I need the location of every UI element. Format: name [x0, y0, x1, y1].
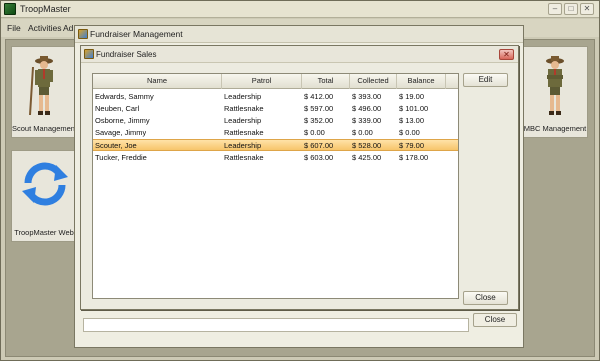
cell-name: Edwards, Sammy: [95, 92, 154, 101]
cell-collected: $ 0.00: [352, 128, 373, 137]
cell-name: Tucker, Freddie: [95, 153, 147, 162]
minimize-button[interactable]: –: [548, 3, 562, 15]
cell-name: Neuben, Carl: [95, 104, 140, 113]
scout-figure-icon: [546, 56, 564, 115]
table-row[interactable]: Edwards, Sammy Leadership $ 412.00 $ 393…: [93, 91, 458, 103]
tile-label-scout-management: Scout Management: [12, 124, 78, 133]
app-title: TroopMaster: [20, 4, 71, 14]
close-icon[interactable]: ✕: [499, 49, 514, 60]
column-header-name[interactable]: Name: [93, 74, 222, 89]
cell-balance: $ 19.00: [399, 92, 425, 101]
table-row[interactable]: Neuben, Carl Rattlesnake $ 597.00 $ 496.…: [93, 103, 458, 115]
cell-patrol: Rattlesnake: [224, 128, 264, 137]
menu-file[interactable]: File: [7, 23, 21, 33]
mbc-management-tile[interactable]: MBC Management: [522, 46, 588, 138]
cell-patrol: Rattlesnake: [224, 153, 264, 162]
tile-label-mbc-management: MBC Management: [523, 124, 587, 133]
cell-balance: $ 0.00: [399, 128, 420, 137]
column-header-collected[interactable]: Collected: [350, 74, 397, 89]
scout-management-tile[interactable]: Scout Management: [11, 46, 77, 138]
cell-total: $ 412.00: [304, 92, 334, 101]
scout-figure-icon: [29, 56, 53, 116]
menu-activities[interactable]: Activities: [28, 23, 62, 33]
cell-total: $ 597.00: [304, 104, 334, 113]
cell-total: $ 0.00: [304, 128, 325, 137]
table-row[interactable]: Osborne, Jimmy Leadership $ 352.00 $ 339…: [93, 115, 458, 127]
close-button[interactable]: ✕: [580, 3, 594, 15]
troopmaster-web-tile[interactable]: TroopMaster Web: [11, 150, 77, 242]
cell-name: Scouter, Joe: [95, 141, 137, 150]
grid-header: Name Patrol Total Collected Balance: [93, 74, 458, 89]
cell-collected: $ 393.00: [352, 92, 382, 101]
cell-name: Savage, Jimmy: [95, 128, 147, 137]
cell-name: Osborne, Jimmy: [95, 116, 150, 125]
table-row[interactable]: Tucker, Freddie Rattlesnake $ 603.00 $ 4…: [93, 152, 458, 164]
cell-total: $ 603.00: [304, 153, 334, 162]
table-row[interactable]: Savage, Jimmy Rattlesnake $ 0.00 $ 0.00 …: [93, 127, 458, 139]
fundraiser-management-list[interactable]: [83, 318, 469, 332]
fundraiser-sales-title: Fundraiser Sales: [96, 50, 157, 59]
cell-balance: $ 101.00: [399, 104, 429, 113]
column-header-total[interactable]: Total: [302, 74, 350, 89]
sales-grid[interactable]: Name Patrol Total Collected Balance Edwa…: [92, 73, 459, 299]
maximize-button[interactable]: □: [564, 3, 578, 15]
troopmaster-logo-icon: [4, 3, 16, 15]
cell-balance: $ 178.00: [399, 153, 429, 162]
cell-patrol: Leadership: [224, 92, 262, 101]
app-titlebar: TroopMaster – □ ✕: [1, 1, 599, 18]
table-row-selected[interactable]: Scouter, Joe Leadership $ 607.00 $ 528.0…: [93, 139, 458, 151]
cell-collected: $ 496.00: [352, 104, 382, 113]
cell-collected: $ 425.00: [352, 153, 382, 162]
tile-label-troopmaster-web: TroopMaster Web: [14, 228, 74, 237]
cell-patrol: Rattlesnake: [224, 104, 264, 113]
close-button[interactable]: Close: [463, 291, 508, 305]
fundraiser-icon: [78, 29, 88, 39]
column-header-patrol[interactable]: Patrol: [222, 74, 302, 89]
fundraiser-management-close-button[interactable]: Close: [473, 313, 517, 327]
cell-total: $ 352.00: [304, 116, 334, 125]
fundraiser-sales-icon: [84, 49, 94, 59]
fundraiser-management-titlebar: Fundraiser Management: [75, 26, 523, 43]
fundraiser-management-title: Fundraiser Management: [90, 29, 183, 39]
cell-total: $ 607.00: [304, 141, 334, 150]
edit-button[interactable]: Edit: [463, 73, 508, 87]
menu-ad[interactable]: Ad: [63, 23, 73, 33]
sync-arrows-icon: [22, 162, 68, 206]
fundraiser-sales-window: Fundraiser Sales ✕ Name Patrol Total Col…: [80, 45, 519, 310]
cell-collected: $ 339.00: [352, 116, 382, 125]
cell-balance: $ 79.00: [399, 141, 425, 150]
cell-collected: $ 528.00: [352, 141, 382, 150]
cell-patrol: Leadership: [224, 141, 262, 150]
fundraiser-sales-titlebar: Fundraiser Sales ✕: [81, 46, 518, 63]
column-header-balance[interactable]: Balance: [397, 74, 446, 89]
cell-balance: $ 13.00: [399, 116, 425, 125]
cell-patrol: Leadership: [224, 116, 262, 125]
